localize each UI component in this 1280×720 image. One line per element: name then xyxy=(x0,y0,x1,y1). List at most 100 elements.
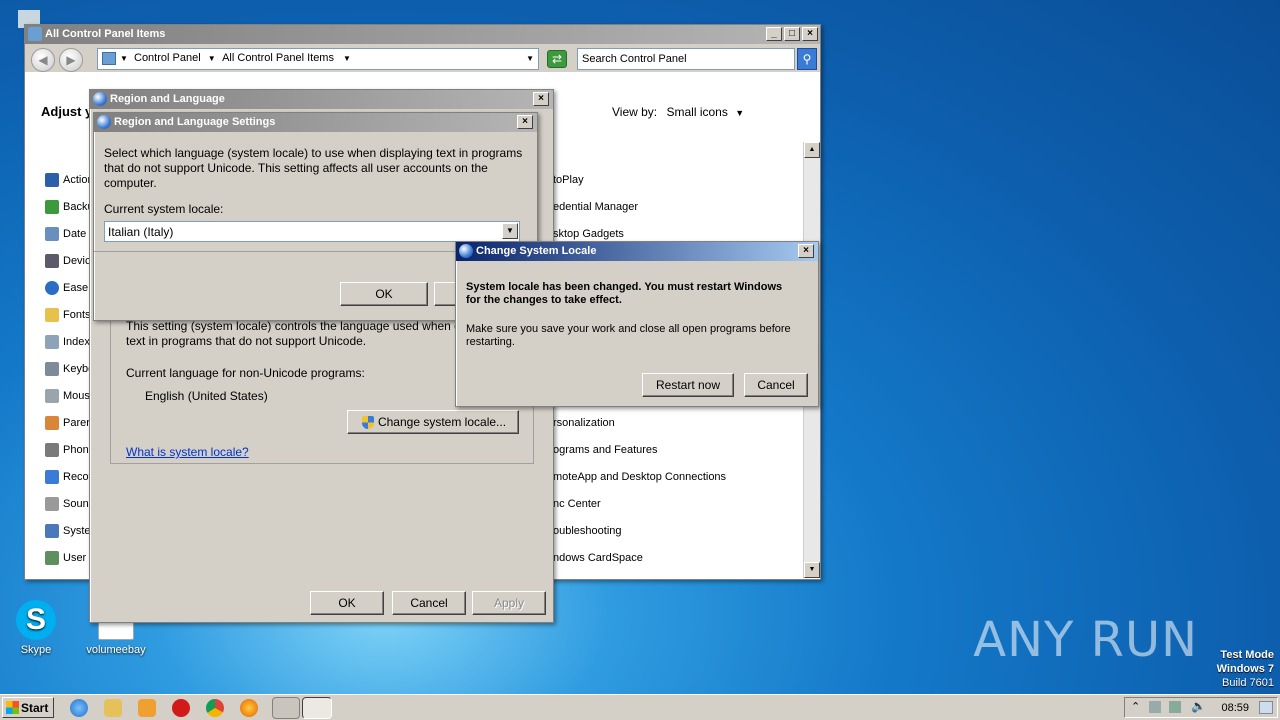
breadcrumb-separator-icon[interactable]: ▼ xyxy=(343,54,351,63)
desktop-icon-recycle-bin[interactable] xyxy=(0,6,40,66)
start-button[interactable]: Start xyxy=(2,697,54,718)
test-mode-line: Test Mode xyxy=(1220,649,1274,661)
restart-now-button[interactable]: Restart now xyxy=(642,373,734,397)
system-locale-label: Current system locale: xyxy=(104,202,224,216)
cp-item-autoplay[interactable]: toPlay xyxy=(553,172,584,188)
cp-item-sync-center[interactable]: nc Center xyxy=(553,496,601,512)
change-locale-titlebar[interactable]: Change System Locale × xyxy=(456,242,818,261)
phone-icon xyxy=(45,443,59,458)
cancel-button[interactable]: Cancel xyxy=(392,591,466,615)
region-language-titlebar[interactable]: Region and Language × xyxy=(90,90,553,109)
desktop-icon-skype[interactable]: S Skype xyxy=(6,600,66,656)
address-bar[interactable]: ▼ Control Panel ▼ All Control Panel Item… xyxy=(97,48,539,70)
cp-item-backup[interactable]: Backu xyxy=(45,199,94,215)
chevron-down-icon[interactable]: ▼ xyxy=(735,108,744,118)
cp-item-keyboard[interactable]: Keybo xyxy=(45,361,94,377)
window-title: All Control Panel Items xyxy=(45,28,166,40)
close-button[interactable]: × xyxy=(798,244,814,258)
chevron-down-icon[interactable]: ▼ xyxy=(502,223,518,239)
firefox-icon[interactable] xyxy=(240,699,258,717)
refresh-icon[interactable]: ⇄ xyxy=(547,50,567,68)
network-icon[interactable] xyxy=(1169,701,1181,713)
parental-controls-icon xyxy=(45,416,59,431)
system-locale-select[interactable]: Italian (Italy) ▼ xyxy=(104,221,520,242)
cp-item-credential-manager[interactable]: edential Manager xyxy=(553,199,638,215)
control-panel-small-icon xyxy=(102,52,116,65)
system-icon xyxy=(45,524,59,539)
cp-item-personalization[interactable]: rsonalization xyxy=(553,415,615,431)
internet-explorer-icon[interactable] xyxy=(70,699,88,717)
cp-item-troubleshooting[interactable]: oubleshooting xyxy=(553,523,622,539)
opera-icon[interactable] xyxy=(172,699,190,717)
volume-icon[interactable]: 🔈 xyxy=(1191,699,1206,713)
cp-item-label: Index xyxy=(63,336,90,348)
cp-item-label: sktop Gadgets xyxy=(553,228,624,240)
forward-button[interactable]: ▶ xyxy=(59,48,83,72)
cp-item-programs-features[interactable]: ograms and Features xyxy=(553,442,658,458)
speaker-icon xyxy=(45,497,59,512)
address-dropdown-icon[interactable]: ▼ xyxy=(526,54,534,63)
message-line: restarting. xyxy=(466,336,515,348)
cp-item-recovery[interactable]: Recov xyxy=(45,469,94,485)
cp-item-fonts[interactable]: Fonts xyxy=(45,307,91,323)
message-line: System locale has been changed. You must… xyxy=(466,281,783,293)
test-mode-notice: Test Mode Windows 7 Build 7601 xyxy=(1217,648,1274,690)
page-heading: Adjust y xyxy=(41,104,93,119)
recovery-icon xyxy=(45,470,59,485)
search-input[interactable]: Search Control Panel xyxy=(577,48,795,70)
breadcrumb-all-items[interactable]: All Control Panel Items xyxy=(222,52,334,64)
cp-item-phone[interactable]: Phone xyxy=(45,442,95,458)
scroll-up-button[interactable]: ▲ xyxy=(804,142,820,158)
back-button[interactable]: ◀ xyxy=(31,48,55,72)
search-icon[interactable]: ⚲ xyxy=(797,48,817,70)
window-title: Change System Locale xyxy=(476,245,597,257)
description-line: that do not support Unicode. This settin… xyxy=(104,161,488,175)
cp-item-label: ograms and Features xyxy=(553,444,658,456)
calendar-icon xyxy=(45,227,59,242)
cp-item-action-center[interactable]: Action xyxy=(45,172,94,188)
cp-item-label: User xyxy=(63,552,87,564)
explorer-folder-icon[interactable] xyxy=(104,699,122,717)
cp-item-indexing[interactable]: Index xyxy=(45,334,90,350)
taskbar-control-panel-button[interactable] xyxy=(272,697,300,719)
media-player-icon[interactable] xyxy=(138,699,156,717)
close-button[interactable]: × xyxy=(533,92,549,106)
apply-button[interactable]: Apply xyxy=(472,591,546,615)
region-settings-titlebar[interactable]: Region and Language Settings × xyxy=(94,113,537,132)
cp-item-date[interactable]: Date xyxy=(45,226,86,242)
window-title: Region and Language Settings xyxy=(114,116,276,128)
cp-item-cardspace[interactable]: ndows CardSpace xyxy=(553,550,643,566)
control-panel-icon xyxy=(28,27,42,41)
clock[interactable]: 08:59 xyxy=(1221,702,1249,714)
ease-of-access-icon xyxy=(45,281,59,296)
taskbar-region-language-button[interactable] xyxy=(302,697,332,719)
ok-button[interactable]: OK xyxy=(310,591,384,615)
cancel-button[interactable]: Cancel xyxy=(744,373,808,397)
cp-item-user-accounts[interactable]: User xyxy=(45,550,86,566)
cp-item-system[interactable]: Syste xyxy=(45,523,91,539)
control-panel-titlebar[interactable]: All Control Panel Items _ □ × xyxy=(25,25,820,44)
description-line: Select which language (system locale) to… xyxy=(104,146,523,160)
show-hidden-icons-icon[interactable]: ⌃ xyxy=(1131,700,1140,713)
description-line: This setting (system locale) controls th… xyxy=(126,319,461,333)
scroll-down-button[interactable]: ▼ xyxy=(804,562,820,578)
close-button[interactable]: × xyxy=(517,115,533,129)
ok-button[interactable]: OK xyxy=(340,282,428,306)
breadcrumb-control-panel[interactable]: Control Panel xyxy=(134,52,201,64)
description-line: text in programs that do not support Uni… xyxy=(126,334,367,348)
maximize-button[interactable]: □ xyxy=(784,27,800,41)
cp-item-sound[interactable]: Sound xyxy=(45,496,95,512)
cp-item-parental[interactable]: Parer xyxy=(45,415,90,431)
change-system-locale-button[interactable]: Change system locale... xyxy=(347,410,519,434)
what-is-system-locale-link[interactable]: What is system locale? xyxy=(126,445,249,459)
view-by-dropdown[interactable]: Small icons xyxy=(666,105,727,119)
chrome-icon[interactable] xyxy=(206,699,224,717)
cp-item-desktop-gadgets[interactable]: sktop Gadgets xyxy=(553,226,624,242)
action-center-flag-icon[interactable] xyxy=(1149,701,1161,713)
close-button[interactable]: × xyxy=(802,27,818,41)
minimize-button[interactable]: _ xyxy=(766,27,782,41)
cp-item-ease[interactable]: Ease xyxy=(45,280,88,296)
show-desktop-icon[interactable] xyxy=(1259,701,1273,714)
breadcrumb-separator-icon[interactable]: ▼ xyxy=(208,54,216,63)
cp-item-remoteapp[interactable]: moteApp and Desktop Connections xyxy=(553,469,726,485)
